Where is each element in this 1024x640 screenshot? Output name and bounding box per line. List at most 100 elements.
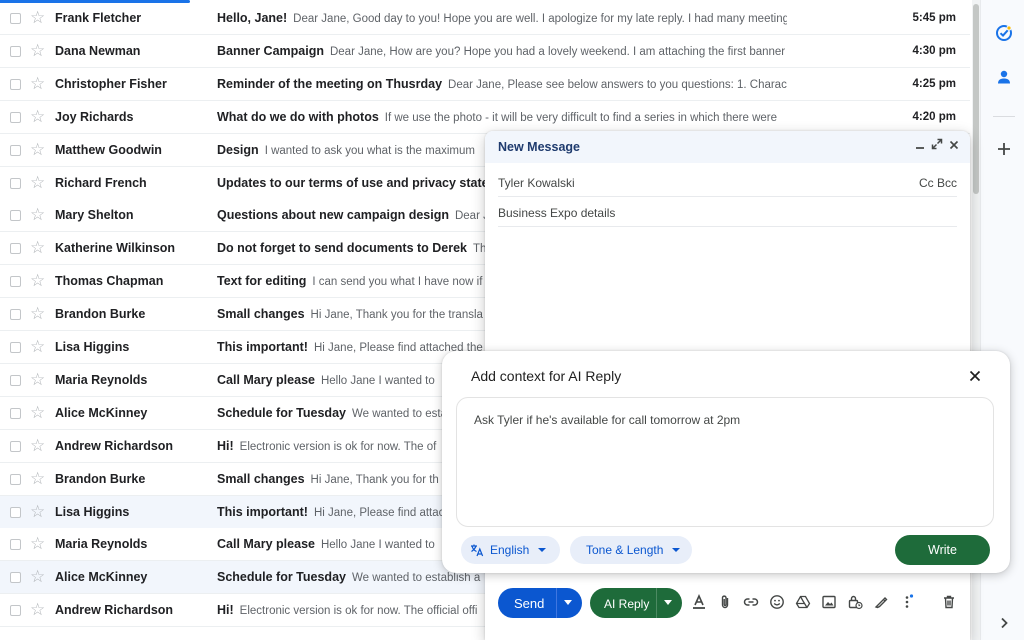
fullscreen-icon[interactable] [930,138,944,154]
to-field[interactable]: Tyler Kowalski Cc Bcc [498,165,957,197]
scroll-thumb[interactable] [973,4,979,194]
star-icon[interactable]: ☆ [30,304,48,324]
email-snippet: We wanted to estab [351,407,454,420]
emoji-icon[interactable] [767,592,787,612]
star-icon[interactable]: ☆ [30,567,48,587]
send-divider [556,588,557,618]
star-icon[interactable]: ☆ [30,74,48,94]
row-checkbox[interactable] [10,539,21,551]
row-checkbox[interactable] [10,45,21,57]
star-icon[interactable]: ☆ [30,205,48,225]
star-icon[interactable]: ☆ [30,600,48,620]
email-snippet: I wanted to ask you what is the maximum [264,144,475,157]
write-button[interactable]: Write [895,535,990,565]
drive-icon[interactable] [793,592,813,612]
email-subject: Small changes [217,307,305,322]
context-input[interactable]: Ask Tyler if he's available for call tom… [456,397,994,527]
send-label: Send [514,596,545,611]
minimize-icon[interactable] [913,138,927,154]
send-button[interactable]: Send [498,588,582,618]
context-text: Ask Tyler if he's available for call tom… [474,413,741,427]
row-checkbox[interactable] [10,144,21,156]
photo-icon[interactable] [819,592,839,612]
row-checkbox[interactable] [10,78,21,90]
subject-snippet: Hello, Jane! Dear Jane, Good day to you! … [217,11,787,25]
star-icon[interactable]: ☆ [30,140,48,160]
side-divider [993,116,1015,117]
email-subject: Schedule for Tuesday [217,570,346,585]
star-icon[interactable]: ☆ [30,173,48,193]
add-icon[interactable] [993,138,1015,160]
table-row[interactable]: ☆ Joy Richards What do we do with photos If… [0,100,970,134]
star-icon[interactable]: ☆ [30,337,48,357]
star-icon[interactable]: ☆ [30,502,48,522]
row-checkbox[interactable] [10,177,21,189]
link-icon[interactable] [741,592,761,612]
more-options-icon[interactable] [897,592,917,612]
gmail-window: ☆ Frank Fletcher Hello, Jane! Dear Jane, Go… [0,0,1024,640]
trash-icon[interactable] [939,592,959,612]
ai-reply-options-icon[interactable] [664,600,672,605]
attach-icon[interactable] [715,592,735,612]
row-checkbox[interactable] [10,210,21,222]
email-time: 4:25 pm [912,77,956,90]
table-row[interactable]: ☆ Dana Newman Banner Campaign Dear Jane, Ho… [0,34,970,68]
sender-name: Maria Reynolds [55,537,148,552]
subject-snippet: What do we do with photos If we use the p… [217,110,787,124]
send-options-icon[interactable] [564,600,572,605]
cc-bcc-link[interactable]: Cc Bcc [919,176,957,190]
email-subject: This important! [217,340,308,354]
subject-field[interactable]: Business Expo details [498,195,957,227]
email-subject: Small changes [217,471,305,486]
star-icon[interactable]: ☆ [30,403,48,423]
language-select[interactable]: English [461,536,560,564]
tone-length-select[interactable]: Tone & Length [570,536,692,564]
tasks-icon[interactable] [993,22,1015,44]
email-time: 5:45 pm [912,12,956,24]
contacts-icon[interactable] [993,66,1015,88]
ai-reply-button[interactable]: AI Reply [590,588,682,618]
email-subject: Banner Campaign [217,43,324,58]
star-icon[interactable]: ☆ [30,8,48,28]
close-icon[interactable] [964,365,986,387]
chevron-right-icon[interactable] [993,612,1015,634]
row-checkbox[interactable] [10,407,21,419]
row-checkbox[interactable] [10,374,21,386]
sender-name: Katherine Wilkinson [55,241,176,256]
row-checkbox[interactable] [10,309,21,321]
text-format-icon[interactable] [689,592,709,612]
lock-clock-icon[interactable] [845,592,865,612]
star-icon[interactable]: ☆ [30,534,48,554]
sender-name: Christopher Fisher [55,76,167,91]
row-checkbox[interactable] [10,605,21,617]
language-label: English [490,543,530,557]
star-icon[interactable]: ☆ [30,436,48,456]
row-checkbox[interactable] [10,473,21,485]
star-icon[interactable]: ☆ [30,271,48,291]
compose-toolbar: Send AI Reply [485,583,970,627]
close-compose-icon[interactable] [947,138,961,154]
table-row[interactable]: ☆ Christopher Fisher Reminder of the meeti… [0,67,970,101]
sender-name: Brandon Burke [55,471,146,486]
row-checkbox[interactable] [10,13,21,24]
email-snippet: Hello Jane I wanted to [320,539,435,552]
star-icon[interactable]: ☆ [30,238,48,258]
row-checkbox[interactable] [10,276,21,288]
row-checkbox[interactable] [10,440,21,452]
star-icon[interactable]: ☆ [30,469,48,489]
row-checkbox[interactable] [10,342,21,353]
signature-icon[interactable] [871,592,891,612]
subject-value: Business Expo details [498,206,616,220]
row-checkbox[interactable] [10,572,21,584]
email-snippet: Hello Jane I wanted to [320,374,435,387]
row-checkbox[interactable] [10,243,21,255]
chevron-down-icon [538,548,547,552]
star-icon[interactable]: ☆ [30,370,48,390]
row-checkbox[interactable] [10,506,21,518]
row-checkbox[interactable] [10,111,21,123]
table-row[interactable]: ☆ Frank Fletcher Hello, Jane! Dear Jane, Go… [0,2,970,35]
email-subject: Design [217,142,259,157]
sender-name: Thomas Chapman [55,274,164,289]
star-icon[interactable]: ☆ [30,41,48,61]
star-icon[interactable]: ☆ [30,107,48,127]
